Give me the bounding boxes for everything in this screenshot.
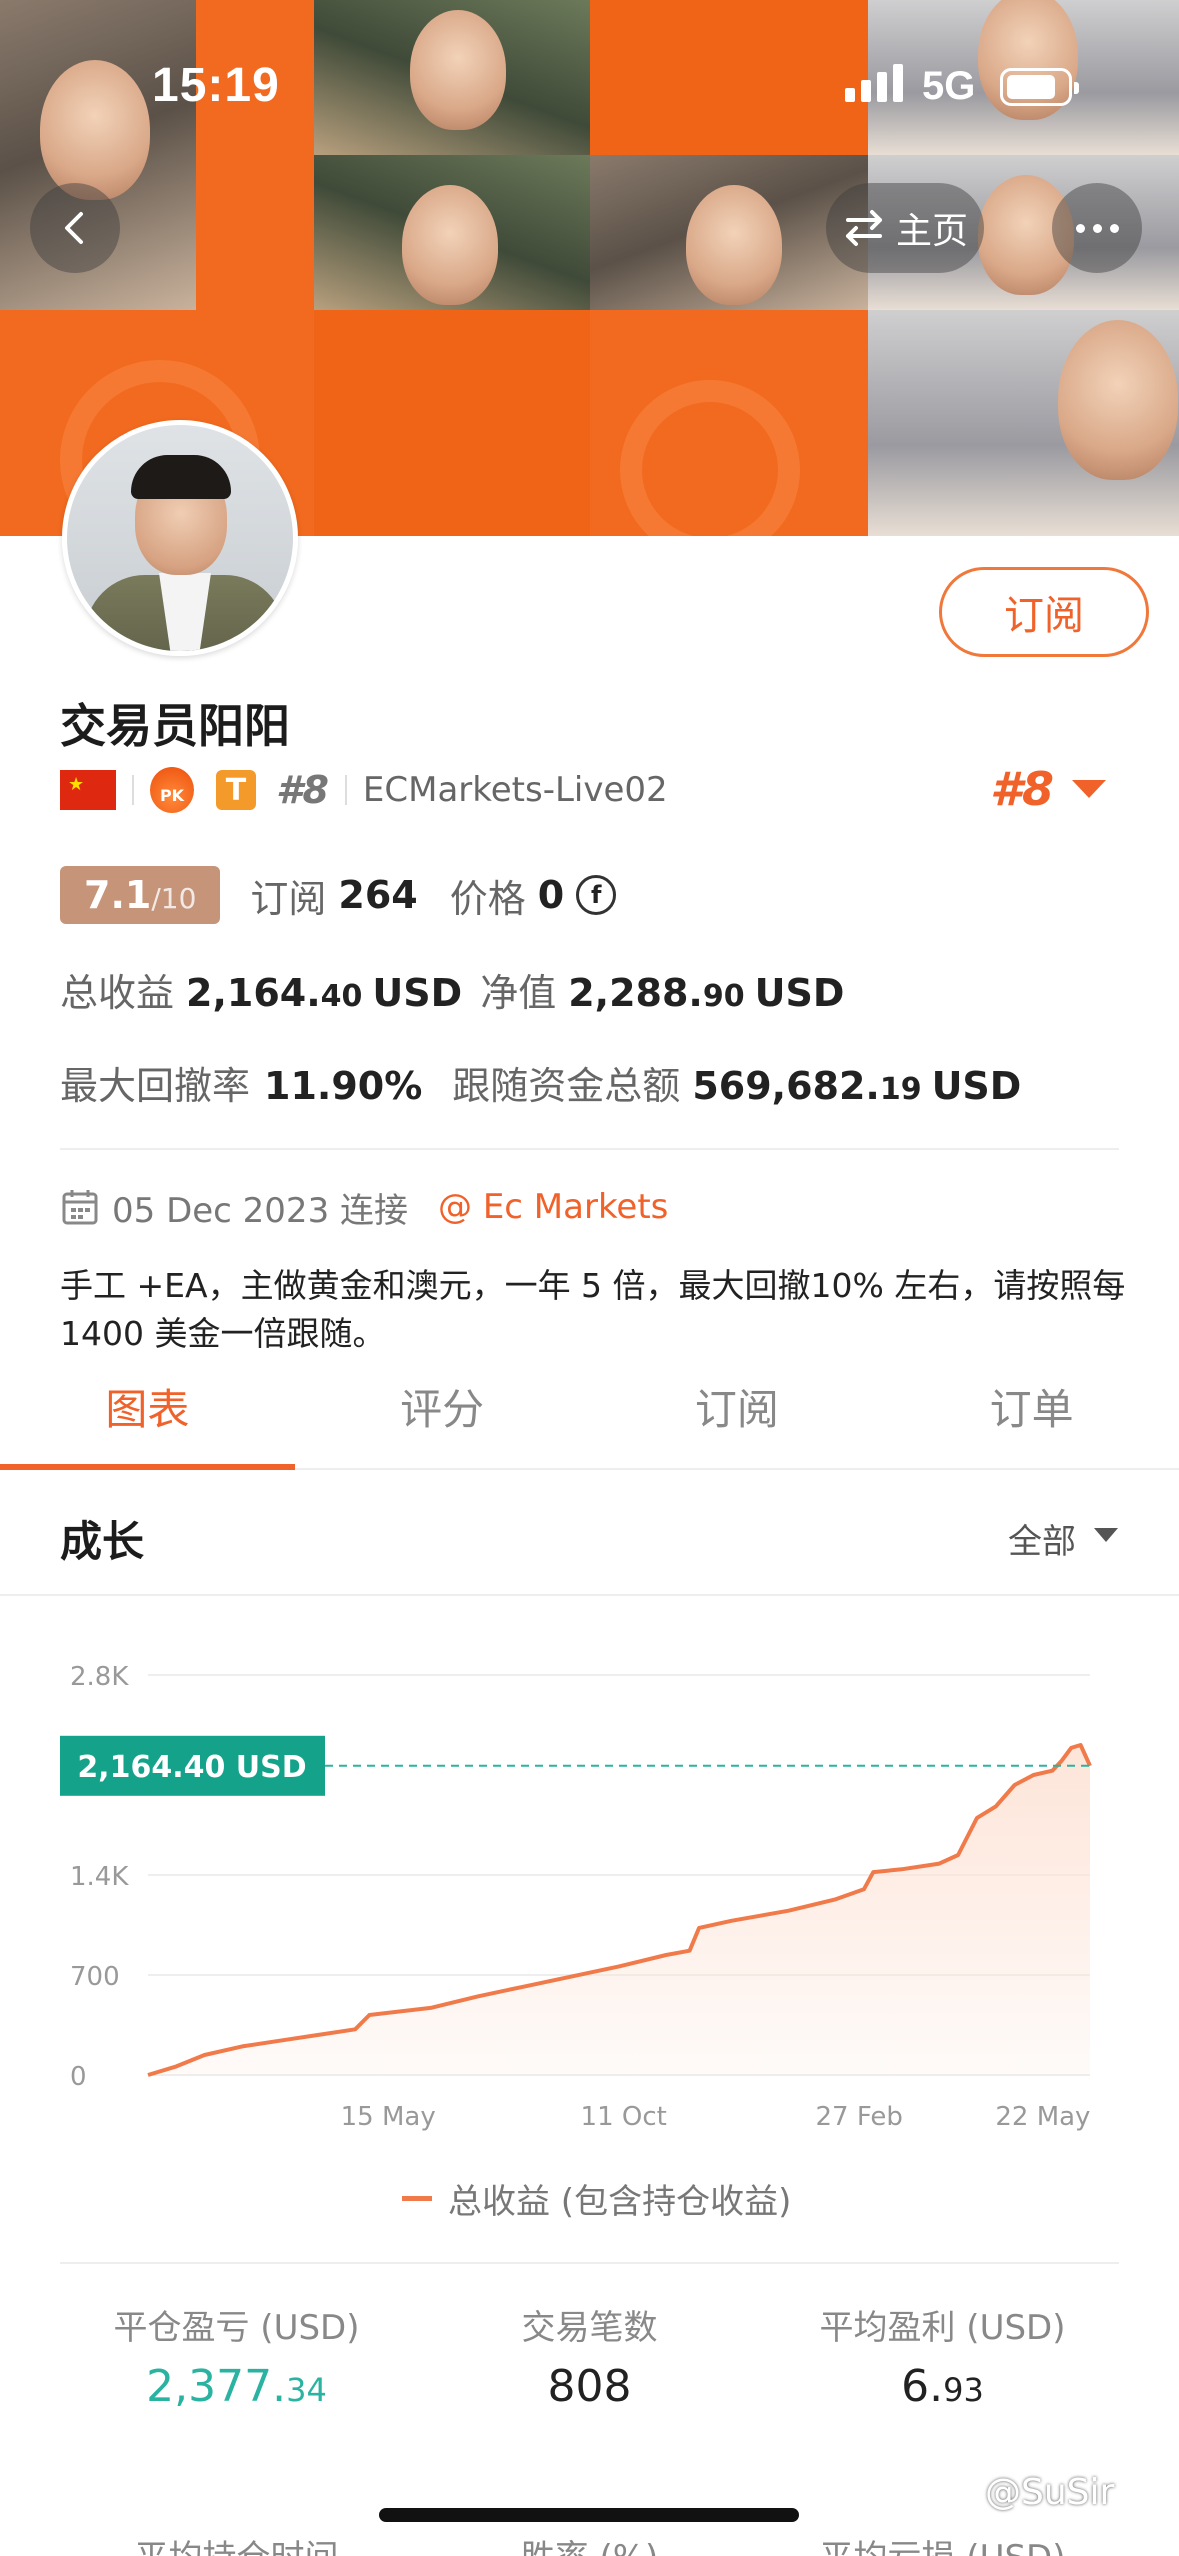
score-row: 7.1/10 订阅 264 价格 0 f [60,865,617,925]
server-name: ECMarkets-Live02 [362,770,668,810]
coin-icon: f [576,875,617,915]
y-tick-label: 0 [70,2062,87,2092]
rank-label: #8 [276,768,329,812]
banner-photo [314,155,590,310]
growth-section-header: 成长 全部 [0,1472,1179,1596]
joined-date: 05 Dec 2023 连接 [112,1190,409,1231]
caret-down-icon[interactable] [1072,780,1106,798]
stat-cell: 平均亏损 (USD) [766,2530,1119,2556]
stat-cell: 平仓盈亏 (USD) 2,377.34 [60,2300,413,2412]
legend-label: 总收益 (包含持仓收益) [448,2181,792,2222]
watermark: @SuSir [985,2472,1115,2513]
strategy-description: 手工 +EA，主做黄金和澳元，一年 5 倍，最大回撤10% 左右，请按照每140… [60,1266,1126,1353]
status-bar: 15:19 5G [0,0,1179,150]
stat-cell: 胜率 (%) [413,2530,766,2556]
broker-link[interactable]: @ Ec Markets [438,1187,668,1227]
more-dots-icon [1075,223,1085,233]
subscriptions-label: 订阅 [250,876,327,921]
back-button[interactable] [30,183,120,273]
battery-icon [1000,68,1079,106]
price-value: 0 [537,873,565,917]
more-options-button[interactable] [1052,183,1142,273]
china-flag-icon: ★ [60,770,116,810]
chart-legend: 总收益 (包含持仓收益) [402,2173,791,2223]
y-tick-label: 2.8K [70,1662,129,1692]
stat-cell: 交易笔数 808 [413,2300,766,2412]
tab-rating[interactable]: 评分 [295,1370,590,1468]
x-tick-label: 22 May [995,2102,1090,2132]
t-badge-icon: T [216,770,256,810]
stat-value: 2,377.34 [146,2361,327,2412]
price-label: 价格 [449,876,526,921]
chevron-left-icon [65,212,83,244]
pk-badge-icon: PK [150,767,194,813]
stat-label: 胜率 (%) [413,2530,766,2556]
equity: 2,288. [568,971,703,1015]
growth-chart[interactable]: 0 700 1.4K 2.8K 15 May 11 Oct 27 Feb 22 May 2,16… [0,1600,1179,2180]
subscriptions-count: 264 [338,873,418,917]
home-button[interactable]: 主页 [826,183,984,273]
stat-cell: 平均盈利 (USD) 6.93 [766,2300,1119,2412]
legend-swatch [402,2195,432,2201]
x-tick-label: 15 May [341,2102,436,2132]
joined-row: 05 Dec 2023 连接 @ Ec Markets [60,1180,668,1234]
current-value-label: 2,164.40 USD [77,1750,306,1785]
tab-chart[interactable]: 图表 [0,1370,295,1470]
drawdown-row: 最大回撤率 11.90% 跟随资金总额 569,682. 19 USD [60,1064,1022,1108]
stat-value: 6.93 [901,2361,984,2412]
avatar[interactable] [62,420,298,656]
stat-label: 平仓盈亏 (USD) [113,2308,360,2348]
stat-label: 交易笔数 [521,2308,658,2348]
score-badge: 7.1/10 [60,866,221,924]
status-time: 15:19 [152,59,280,112]
follow-funds-total: 569,682. [692,1064,880,1108]
x-tick-label: 11 Oct [581,2102,667,2132]
network-type: 5G [922,64,976,108]
max-drawdown: 11.90% [264,1064,423,1108]
stat-label: 平均持仓时间 [60,2530,413,2556]
stat-label: 平均亏损 (USD) [766,2530,1119,2556]
section-title: 成长 [60,1517,145,1566]
total-profit: 2,164. [186,971,321,1015]
subscribe-button[interactable]: 订阅 [939,567,1149,657]
cellular-signal-icon [845,62,903,102]
stat-label: 平均盈利 (USD) [819,2308,1066,2348]
profit-row: 总收益 2,164. 40 USD 净值 2,288. 90 USD [60,971,845,1015]
switch-arrows-icon [845,210,882,246]
stat-value: 808 [547,2361,632,2412]
calendar-icon [62,1190,98,1225]
stat-cell: 平均持仓时间 [60,2530,413,2556]
trader-meta: ★ PK T #8 ECMarkets-Live02 [60,762,668,818]
range-dropdown[interactable]: 全部 [1008,1514,1076,1563]
x-tick-label: 27 Feb [816,2102,903,2132]
tab-subscriptions[interactable]: 订阅 [590,1370,885,1468]
y-tick-label: 1.4K [70,1862,129,1892]
banner-photo [868,310,1179,536]
y-tick-label: 700 [70,1962,120,1992]
home-label: 主页 [895,211,968,252]
rank-dropdown[interactable]: #8 [990,762,1054,816]
caret-down-icon[interactable] [1094,1528,1118,1542]
tab-bar: 图表 评分 订阅 订单 [0,1370,1179,1470]
tab-orders[interactable]: 订单 [884,1370,1179,1468]
trader-name: 交易员阳阳 [60,699,290,753]
home-indicator [379,2508,799,2522]
